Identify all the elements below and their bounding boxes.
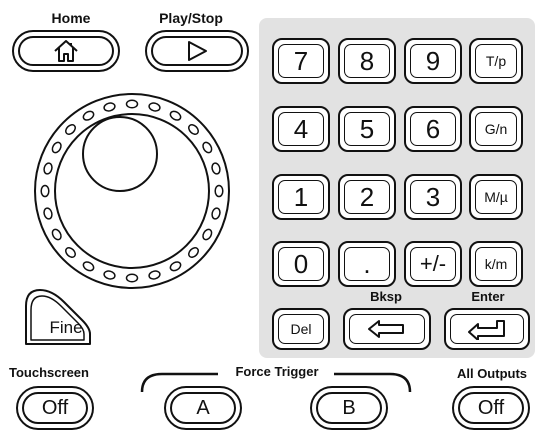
play-stop-label: Play/Stop — [159, 10, 223, 26]
key-g-n-label: G/n — [475, 112, 517, 146]
home-label: Home — [51, 10, 91, 26]
play-icon — [188, 41, 207, 61]
key-8-label: 8 — [344, 44, 390, 78]
rotary-knob[interactable] — [18, 92, 246, 290]
key-6[interactable]: 6 — [404, 106, 462, 152]
key-4-label: 4 — [278, 112, 324, 146]
key-7[interactable]: 7 — [272, 38, 330, 84]
trigger-a-label: A — [170, 392, 236, 424]
key-t-p-label: T/p — [475, 44, 517, 78]
force-trigger-label: Force Trigger — [235, 364, 319, 379]
key-0[interactable]: 0 — [272, 241, 330, 287]
trigger-a-button[interactable]: A — [164, 386, 242, 430]
touchscreen-off-label: Off — [22, 392, 88, 424]
key-plus-minus[interactable]: +/- — [404, 241, 462, 287]
trigger-b-label: B — [316, 392, 382, 424]
key-7-label: 7 — [278, 44, 324, 78]
key-6-label: 6 — [410, 112, 456, 146]
key-8[interactable]: 8 — [338, 38, 396, 84]
key-m-u-label: M/µ — [475, 180, 517, 214]
all-outputs-off-button[interactable]: Off — [452, 386, 530, 430]
enter-label: Enter — [471, 289, 505, 304]
touchscreen-off-button[interactable]: Off — [16, 386, 94, 430]
knob-finger-dimple — [82, 116, 158, 192]
enter-button[interactable] — [444, 308, 530, 350]
key-0-label: 0 — [278, 247, 324, 281]
knob-grip-bump — [125, 273, 139, 283]
knob-grip-bump — [40, 184, 50, 198]
trigger-b-button[interactable]: B — [310, 386, 388, 430]
key-g-n[interactable]: G/n — [469, 106, 523, 152]
key-3[interactable]: 3 — [404, 174, 462, 220]
key-k-m[interactable]: k/m — [469, 241, 523, 287]
knob-grip-bump — [125, 99, 139, 109]
key-9[interactable]: 9 — [404, 38, 462, 84]
touchscreen-label: Touchscreen — [9, 365, 89, 380]
key-del-label: Del — [278, 314, 324, 344]
key-9-label: 9 — [410, 44, 456, 78]
key-t-p[interactable]: T/p — [469, 38, 523, 84]
key-decimal-label: . — [344, 247, 390, 281]
key-2-label: 2 — [344, 180, 390, 214]
key-3-label: 3 — [410, 180, 456, 214]
key-1[interactable]: 1 — [272, 174, 330, 220]
bksp-label: Bksp — [370, 289, 402, 304]
all-outputs-label: All Outputs — [456, 366, 528, 381]
fine-label: Fine — [49, 318, 83, 337]
key-del[interactable]: Del — [272, 308, 330, 350]
key-2[interactable]: 2 — [338, 174, 396, 220]
key-1-label: 1 — [278, 180, 324, 214]
key-decimal-point[interactable]: . — [338, 241, 396, 287]
backspace-arrow-icon — [368, 320, 404, 338]
key-plus-minus-label: +/- — [410, 247, 456, 281]
enter-arrow-icon — [468, 320, 505, 340]
key-5-label: 5 — [344, 112, 390, 146]
key-m-u[interactable]: M/µ — [469, 174, 523, 220]
backspace-button[interactable] — [343, 308, 431, 350]
play-stop-button[interactable] — [145, 30, 249, 72]
fine-button[interactable]: Fine — [24, 288, 92, 346]
key-4[interactable]: 4 — [272, 106, 330, 152]
home-button[interactable] — [12, 30, 120, 72]
all-outputs-off-label: Off — [458, 392, 524, 424]
home-icon — [54, 40, 78, 62]
key-5[interactable]: 5 — [338, 106, 396, 152]
knob-grip-bump — [214, 184, 224, 198]
key-k-m-label: k/m — [475, 247, 517, 281]
